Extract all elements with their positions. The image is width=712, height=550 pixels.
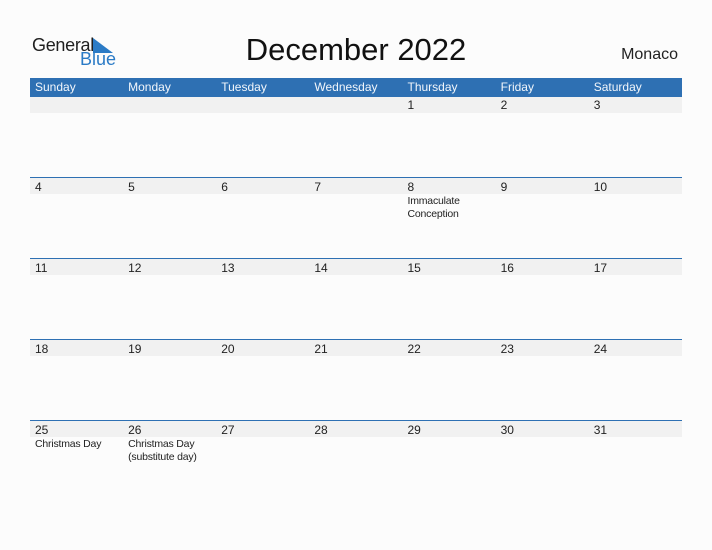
day-cell: 2 — [496, 97, 589, 178]
day-number: 1 — [407, 98, 415, 112]
day-cell: 12 — [123, 258, 216, 339]
weekday-thursday: Thursday — [407, 80, 458, 94]
day-cell: 9 — [496, 177, 589, 258]
day-number: 26 — [128, 422, 142, 437]
day-cell: 17 — [589, 258, 682, 339]
day-number: 20 — [221, 341, 235, 356]
day-cell: 14 — [309, 258, 402, 339]
day-cell: 30 — [496, 420, 589, 501]
day-number: 3 — [593, 98, 601, 112]
day-cell: 1 — [403, 97, 496, 178]
holiday-label: Christmas Day — [35, 437, 102, 450]
week-row: 25 Christmas Day 26 Christmas Day (substitu… — [30, 420, 682, 501]
holiday-label: Immaculate Conception — [407, 194, 460, 220]
day-cell: 27 — [216, 420, 309, 501]
day-number: 9 — [500, 179, 508, 194]
day-cell: 18 — [30, 339, 123, 420]
day-number: 2 — [500, 98, 508, 112]
day-cell — [309, 97, 402, 178]
weekday-monday: Monday — [128, 80, 171, 94]
day-number: 30 — [500, 422, 514, 437]
day-cell: 23 — [496, 339, 589, 420]
country-label: Monaco — [621, 46, 678, 63]
day-number: 12 — [128, 260, 142, 275]
day-number: 28 — [314, 422, 328, 437]
day-number: 8 — [407, 179, 415, 194]
day-number: 21 — [314, 341, 328, 356]
day-number: 17 — [593, 260, 608, 275]
day-cell — [123, 97, 216, 178]
day-cell: 5 — [123, 177, 216, 258]
day-cell: 31 — [589, 420, 682, 501]
weekday-header: Sunday Monday Tuesday Wednesday Thursday… — [30, 78, 682, 97]
day-cell: 29 — [403, 420, 496, 501]
day-number: 4 — [35, 179, 42, 194]
calendar-title: December 2022 — [245, 32, 467, 67]
day-cell: 11 — [30, 258, 123, 339]
day-number: 24 — [593, 341, 608, 356]
day-cell: 25 Christmas Day — [30, 420, 123, 501]
day-number: 18 — [35, 341, 49, 356]
day-cell: 10 — [589, 177, 682, 258]
day-cell: 19 — [123, 339, 216, 420]
week-row: 11 12 13 14 15 16 17 — [30, 258, 682, 339]
day-cell — [30, 97, 123, 178]
weekday-sunday: Sunday — [35, 80, 76, 94]
day-number: 14 — [314, 260, 328, 275]
day-cell: 16 — [496, 258, 589, 339]
day-number — [128, 97, 216, 113]
day-cell: 28 — [309, 420, 402, 501]
day-number: 27 — [221, 422, 235, 437]
day-number: 29 — [407, 422, 421, 437]
day-cell — [216, 97, 309, 178]
day-number: 13 — [221, 260, 235, 275]
day-cell: 7 — [309, 177, 402, 258]
day-number: 6 — [221, 179, 228, 194]
day-number: 11 — [35, 260, 48, 275]
day-number: 10 — [593, 179, 608, 194]
day-cell: 6 — [216, 177, 309, 258]
day-number: 22 — [407, 341, 421, 356]
day-number: 16 — [500, 260, 514, 275]
day-number: 5 — [128, 179, 135, 194]
day-number: 19 — [128, 341, 142, 356]
weekday-friday: Friday — [500, 80, 534, 94]
weekday-saturday: Saturday — [593, 80, 642, 94]
day-cell: 21 — [309, 339, 402, 420]
day-cell: 8 Immaculate Conception — [403, 177, 496, 258]
weekday-tuesday: Tuesday — [221, 80, 267, 94]
day-number: 25 — [35, 422, 49, 437]
day-number: 23 — [500, 341, 514, 356]
weekday-wednesday: Wednesday — [314, 80, 378, 94]
day-cell: 26 Christmas Day (substitute day) — [123, 420, 216, 501]
day-cell: 15 — [403, 258, 496, 339]
day-cell: 20 — [216, 339, 309, 420]
day-cell: 22 — [403, 339, 496, 420]
day-cell: 4 — [30, 177, 123, 258]
day-cell: 13 — [216, 258, 309, 339]
day-number — [221, 97, 309, 113]
day-cell: 24 — [589, 339, 682, 420]
day-number — [35, 97, 123, 113]
day-number: 15 — [407, 260, 421, 275]
day-number: 7 — [314, 179, 322, 194]
day-number — [314, 97, 402, 113]
holiday-label: Christmas Day (substitute day) — [128, 437, 197, 463]
week-row: 1 2 3 — [30, 97, 682, 178]
week-row: 18 19 20 21 22 23 24 — [30, 339, 682, 420]
day-number: 31 — [593, 422, 608, 437]
week-row: 4 5 6 7 8 Immaculate Conception 9 10 — [30, 177, 682, 258]
day-cell: 3 — [589, 97, 682, 178]
